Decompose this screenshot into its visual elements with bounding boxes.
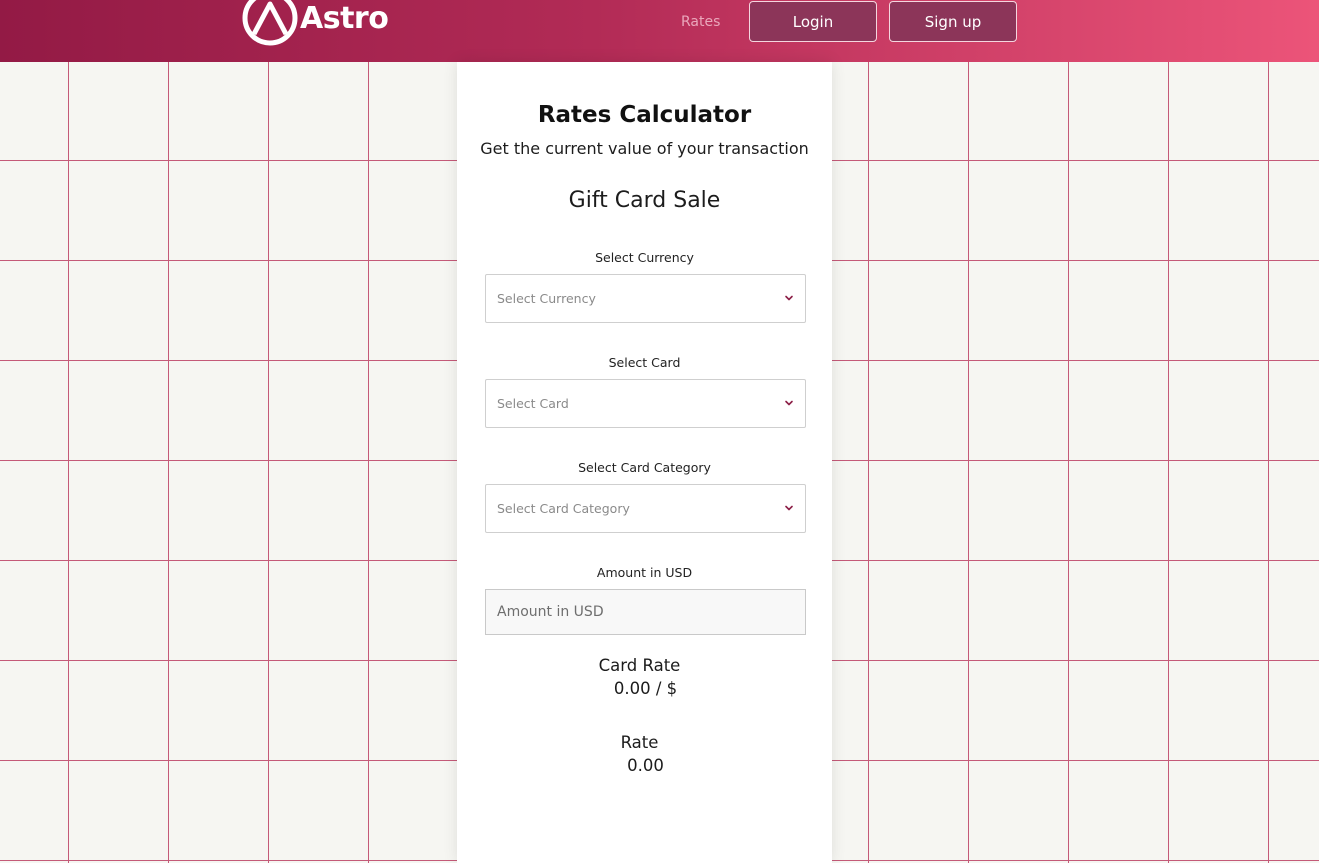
- amount-input[interactable]: [485, 589, 806, 635]
- top-navbar: Astro Rates Login Sign up: [0, 0, 1319, 62]
- rate-value: 0.00: [627, 756, 664, 775]
- card-category-select[interactable]: Select Card Category: [485, 484, 806, 533]
- card-category-label: Select Card Category: [578, 460, 711, 475]
- rate-label: Rate: [620, 733, 659, 752]
- currency-select-placeholder: Select Currency: [497, 291, 596, 306]
- page-title: Rates Calculator: [537, 102, 752, 128]
- currency-select[interactable]: Select Currency: [485, 274, 806, 323]
- page-subtitle: Get the current value of your transactio…: [480, 139, 809, 158]
- chevron-down-icon: [785, 295, 793, 301]
- signup-button[interactable]: Sign up: [889, 1, 1017, 42]
- section-title: Gift Card Sale: [568, 188, 721, 213]
- card-select-placeholder: Select Card: [497, 396, 569, 411]
- amount-label: Amount in USD: [596, 565, 693, 580]
- card-rate-value: 0.00 / $: [613, 679, 678, 698]
- nav-link-rates[interactable]: Rates: [681, 14, 720, 30]
- rates-calculator-card: Rates Calculator Get the current value o…: [457, 62, 832, 863]
- card-category-select-placeholder: Select Card Category: [497, 501, 630, 516]
- chevron-down-icon: [785, 400, 793, 406]
- brand-logo[interactable]: Astro: [240, 0, 389, 48]
- card-label: Select Card: [608, 355, 681, 370]
- card-select[interactable]: Select Card: [485, 379, 806, 428]
- chevron-down-icon: [785, 505, 793, 511]
- login-button[interactable]: Login: [749, 1, 877, 42]
- astro-logo-icon: [242, 0, 298, 46]
- card-rate-label: Card Rate: [598, 656, 681, 675]
- currency-label: Select Currency: [595, 250, 694, 265]
- brand-name: Astro: [300, 0, 389, 36]
